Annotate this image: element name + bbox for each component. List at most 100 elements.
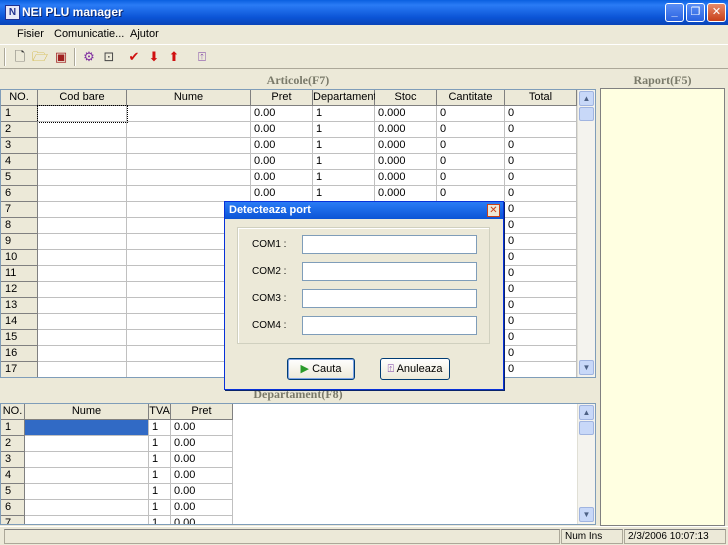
- articole-cell[interactable]: [38, 314, 127, 330]
- articole-cell[interactable]: 0.000: [375, 154, 437, 170]
- articole-cell[interactable]: 0.00: [251, 170, 313, 186]
- articole-cell[interactable]: 0.000: [375, 106, 437, 122]
- articole-cell[interactable]: 0.000: [375, 138, 437, 154]
- articole-cell[interactable]: [38, 170, 127, 186]
- search-button[interactable]: ▶ Cauta: [287, 358, 355, 380]
- articole-column-header[interactable]: Total: [505, 90, 577, 106]
- minimize-button[interactable]: _: [665, 3, 684, 22]
- articole-cell[interactable]: 0: [505, 330, 577, 346]
- articole-cell[interactable]: 0.00: [251, 186, 313, 202]
- articole-cell[interactable]: 0: [437, 170, 505, 186]
- com1-field[interactable]: [302, 235, 477, 254]
- articole-cell[interactable]: [38, 202, 127, 218]
- com2-field[interactable]: [302, 262, 477, 281]
- articole-cell[interactable]: [127, 154, 251, 170]
- articole-cell[interactable]: 0: [437, 154, 505, 170]
- departament-cell[interactable]: 0.00: [171, 500, 233, 516]
- articole-cell[interactable]: 0: [505, 298, 577, 314]
- articole-cell[interactable]: [127, 186, 251, 202]
- articole-cell[interactable]: 1: [313, 106, 375, 122]
- articole-cell[interactable]: 0: [505, 170, 577, 186]
- menu-fisier[interactable]: Fisier: [17, 28, 44, 40]
- articole-cell[interactable]: 0: [437, 106, 505, 122]
- check-icon[interactable]: ✔: [124, 47, 144, 67]
- articole-cell[interactable]: 0.00: [251, 106, 313, 122]
- articole-column-header[interactable]: NO.: [1, 90, 38, 106]
- articole-cell[interactable]: [38, 250, 127, 266]
- exit-door-icon[interactable]: ⍐: [192, 47, 212, 67]
- articole-cell[interactable]: 0: [505, 122, 577, 138]
- articole-cell[interactable]: [38, 362, 127, 377]
- articole-cell[interactable]: 0: [437, 122, 505, 138]
- settings-gear-icon[interactable]: ⚙: [79, 47, 99, 67]
- articole-cell[interactable]: 0: [505, 186, 577, 202]
- articole-cell[interactable]: [38, 266, 127, 282]
- articole-cell[interactable]: [127, 170, 251, 186]
- raport-area[interactable]: [600, 88, 725, 526]
- departament-cell[interactable]: 1: [149, 452, 171, 468]
- articole-cell[interactable]: 0: [437, 186, 505, 202]
- articole-cell[interactable]: 0: [505, 218, 577, 234]
- articole-cell[interactable]: 0.00: [251, 138, 313, 154]
- departament-cell[interactable]: 0.00: [171, 468, 233, 484]
- title-bar[interactable]: N NEI PLU manager _ ❐ ✕: [0, 0, 728, 25]
- articole-cell[interactable]: [38, 234, 127, 250]
- articole-cell[interactable]: [127, 106, 251, 122]
- departament-scrollbar[interactable]: ▲ ▼: [577, 404, 595, 524]
- articole-cell[interactable]: [38, 218, 127, 234]
- save-icon[interactable]: ▣: [51, 47, 71, 67]
- close-button[interactable]: ✕: [707, 3, 726, 22]
- articole-cell[interactable]: [38, 154, 127, 170]
- departament-cell[interactable]: 1: [149, 468, 171, 484]
- articole-cell[interactable]: [38, 138, 127, 154]
- departament-cell[interactable]: [25, 500, 149, 516]
- articole-cell[interactable]: 0.000: [375, 170, 437, 186]
- dialog-title-bar[interactable]: Detecteaza port ✕: [225, 202, 503, 219]
- scroll-up-icon[interactable]: ▲: [579, 91, 594, 106]
- departament-column-header[interactable]: NO.: [1, 404, 25, 420]
- departament-cell[interactable]: [25, 452, 149, 468]
- scroll-thumb[interactable]: [579, 107, 594, 121]
- articole-column-header[interactable]: Nume: [127, 90, 251, 106]
- articole-cell[interactable]: 1: [313, 170, 375, 186]
- scroll-down-icon[interactable]: ▼: [579, 360, 594, 375]
- scroll-up-icon[interactable]: ▲: [579, 405, 594, 420]
- new-file-icon[interactable]: 🗋: [10, 47, 30, 67]
- departament-cell[interactable]: 1: [149, 500, 171, 516]
- articole-cell[interactable]: [37, 105, 128, 123]
- articole-column-header[interactable]: Departament: [313, 90, 377, 106]
- articole-cell[interactable]: [127, 122, 251, 138]
- scroll-thumb[interactable]: [579, 421, 594, 435]
- departament-cell[interactable]: [25, 436, 149, 452]
- articole-cell[interactable]: 1: [313, 138, 375, 154]
- articole-cell[interactable]: [38, 298, 127, 314]
- articole-cell[interactable]: 0.00: [251, 122, 313, 138]
- articole-scrollbar[interactable]: ▲ ▼: [577, 90, 595, 377]
- articole-cell[interactable]: 0.000: [375, 186, 437, 202]
- articole-column-header[interactable]: Pret: [251, 90, 313, 106]
- articole-cell[interactable]: 0: [505, 106, 577, 122]
- departament-cell[interactable]: 0.00: [171, 516, 233, 524]
- departament-cell[interactable]: [25, 468, 149, 484]
- com3-field[interactable]: [302, 289, 477, 308]
- cancel-button[interactable]: ⍐ Anuleaza: [380, 358, 450, 380]
- articole-cell[interactable]: 1: [313, 122, 375, 138]
- scroll-down-icon[interactable]: ▼: [579, 507, 594, 522]
- articole-cell[interactable]: 0: [505, 154, 577, 170]
- articole-cell[interactable]: [38, 330, 127, 346]
- articole-cell[interactable]: 0: [505, 250, 577, 266]
- articole-cell[interactable]: 0: [505, 314, 577, 330]
- departament-cell[interactable]: [25, 420, 149, 436]
- departament-column-header[interactable]: Nume: [25, 404, 149, 420]
- dialog-close-icon[interactable]: ✕: [487, 204, 500, 217]
- departament-cell[interactable]: 0.00: [171, 420, 233, 436]
- arrow-down-icon[interactable]: ⬇: [144, 47, 164, 67]
- departament-cell[interactable]: 1: [149, 436, 171, 452]
- articole-cell[interactable]: 0.000: [375, 122, 437, 138]
- articole-cell[interactable]: [38, 282, 127, 298]
- departament-cell[interactable]: [25, 484, 149, 500]
- articole-column-header[interactable]: Cod bare: [38, 90, 127, 106]
- departament-grid[interactable]: NO. Nume TVA Pret 1 1 0.00 2 1 0.00 3 1 0.00 4 1 0.00 5…: [0, 403, 596, 525]
- departament-cell[interactable]: 0.00: [171, 484, 233, 500]
- articole-column-header[interactable]: Cantitate: [437, 90, 505, 106]
